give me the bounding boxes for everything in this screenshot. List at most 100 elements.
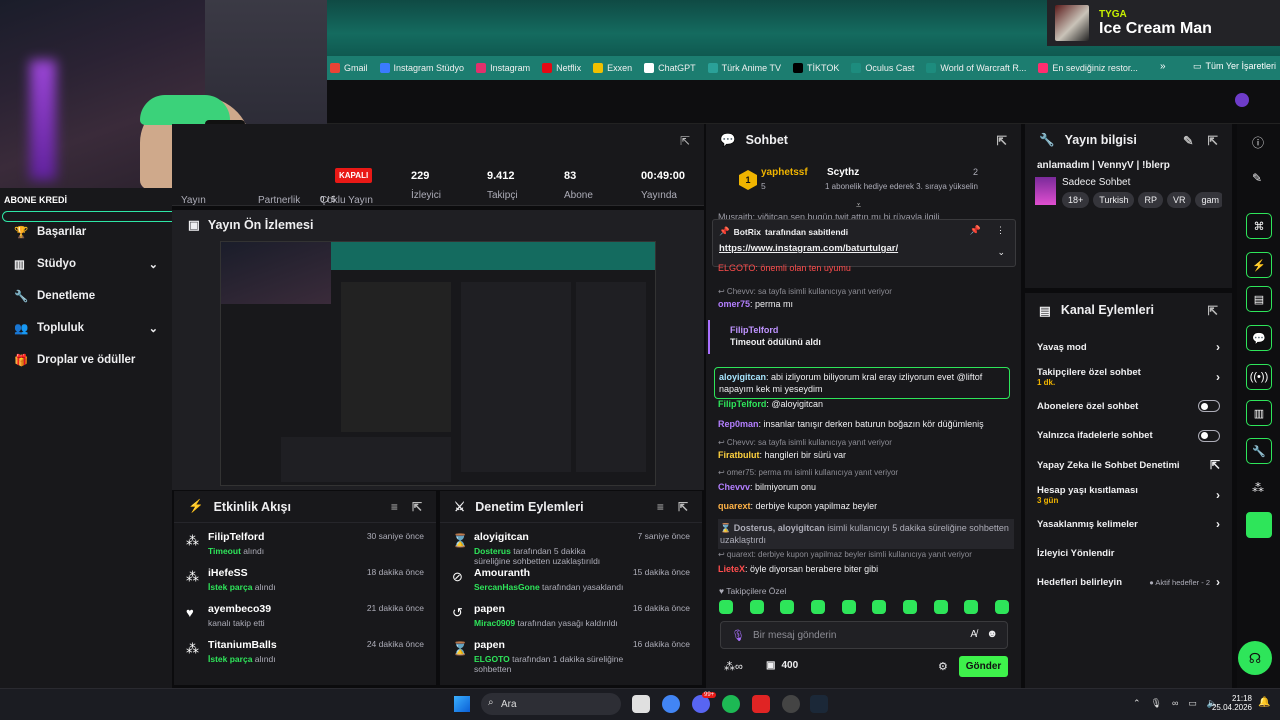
filter-icon[interactable]: ≡ [657,500,664,514]
bookmark-item[interactable]: Gmail [330,63,368,73]
send-button[interactable]: Gönder [959,656,1008,677]
popout-icon[interactable]: ⇱ [1208,133,1218,148]
emote-icon[interactable] [872,600,887,614]
gear-icon[interactable]: ⚙ [938,660,948,673]
emote-icon[interactable] [780,600,795,614]
chevron-down-icon[interactable]: ⌄ [997,247,1005,258]
bookmark-item[interactable]: Exxen [593,63,632,73]
support-headset-icon[interactable]: ☊ [1238,641,1272,675]
unpin-icon[interactable]: 📌 [970,225,981,236]
chat-message[interactable]: FilipTelford Timeout ödülünü aldı [708,320,1004,354]
event-detail-highlight[interactable]: Dosterus [474,546,511,556]
bookmark-item[interactable]: En sevdiğiniz restor... [1038,63,1138,73]
collapse-icon[interactable]: ⩡ [856,200,861,211]
chat-username[interactable]: quarext [718,501,751,511]
top-gifter-name[interactable]: yaphetssf [761,167,808,178]
emoji-icon[interactable]: ☻ [986,628,998,640]
channel-action-item[interactable]: İzleyici Yönlendir [1025,536,1232,571]
channel-action-item[interactable]: Yapay Zeka ile Sohbet Denetimi ⇱ [1025,453,1232,477]
all-bookmarks[interactable]: ▭ Tüm Yer İşaretleri [1193,61,1276,72]
second-gifter-name[interactable]: Scythz [827,167,859,178]
event-name[interactable]: papen [474,603,624,615]
chat-reply-context[interactable]: ↩ omer75: perma mı isimli kullanıcıya ya… [718,467,1014,479]
emote-icon[interactable] [964,600,979,614]
custom-action-icon[interactable] [1246,512,1272,538]
task-view-icon[interactable] [632,695,650,713]
chat-message[interactable]: aloyigitcan: abi izliyorum biliyorum kra… [714,367,1010,399]
event-detail-highlight[interactable]: İstek parça [208,654,252,664]
activity-event[interactable]: ♥ ayembeco39 kanalı takip etti 21 dakika ön… [174,595,436,631]
document-icon[interactable]: ▤ [1246,286,1272,312]
bookmark-item[interactable]: TİKTOK [793,63,839,73]
bookmark-item[interactable]: Türk Anime TV [707,63,781,73]
event-detail-highlight[interactable]: Timeout [208,546,241,556]
chevron-right-icon[interactable]: › [1216,370,1220,384]
notification-bell-icon[interactable]: 🔔 [1258,697,1270,708]
broadcast-icon[interactable]: ((•)) [1246,364,1272,390]
activity-event[interactable]: ⁂ TitaniumBalls İstek parça alındı 24 dakik… [174,631,436,667]
event-name[interactable]: aloyigitcan [474,531,624,543]
emote-icon[interactable] [902,600,917,614]
external-link-icon[interactable]: ⇱ [1210,458,1220,472]
steam-icon[interactable] [810,695,828,713]
points-balance[interactable]: ▣ 400 [766,660,798,671]
pencil-icon[interactable]: ✎ [1252,171,1262,185]
obs-icon[interactable] [782,695,800,713]
chat-message[interactable]: FilipTelford: @aloyigitcan [718,398,1014,410]
channel-action-item[interactable]: Yasaklanmış kelimeler › [1025,512,1232,536]
clock[interactable]: 21:18 25.04.2026 [1206,694,1252,712]
channel-action-item[interactable]: Yalnızca ifadelerle sohbet [1025,418,1232,453]
stream-preview-image[interactable] [220,241,656,486]
windows-start-icon[interactable] [454,696,470,712]
chat-username[interactable]: aloyigitcan [719,372,766,382]
event-name[interactable]: iHefeSS [208,567,358,579]
chat-reply-context[interactable]: ↩ quarext: derbiye kupon yapilmaz beyler… [718,549,1014,561]
popout-icon[interactable]: ⇱ [678,500,688,514]
event-detail-highlight[interactable]: Mirac0909 [474,618,515,628]
lightning-icon[interactable]: ⚡ [1246,252,1272,278]
event-name[interactable]: TitaniumBalls [208,639,358,651]
emote-icon[interactable] [719,600,733,614]
stream-tag[interactable]: 18+ [1062,192,1090,208]
clip-icon[interactable]: ⌘ [1246,213,1272,239]
emote-icon[interactable] [810,600,825,614]
wrench-icon[interactable]: 🔧 [1246,438,1272,464]
channel-action-item[interactable]: Abonelere özel sohbet [1025,394,1232,418]
channel-action-item[interactable]: Yavaş mod › [1025,335,1232,359]
chevron-right-icon[interactable]: › [1216,340,1220,354]
popout-icon[interactable]: ⇱ [1208,303,1218,318]
bookmark-item[interactable]: World of Warcraft R... [926,63,1026,73]
stream-tag[interactable]: gam [1195,192,1222,208]
chat-username[interactable]: FilipTelford [730,324,1004,336]
chat-message[interactable]: quarext: derbiye kupon yapilmaz beyler [718,500,1014,512]
emote-icon[interactable] [749,600,764,614]
chevron-right-icon[interactable]: › [1216,517,1220,531]
popout-icon[interactable]: ⇱ [412,500,422,514]
toggle-switch[interactable] [1198,429,1220,442]
event-name[interactable]: Amouranth [474,567,624,579]
pinned-link[interactable]: https://www.instagram.com/baturtulgar/ [719,243,898,254]
chevron-right-icon[interactable]: › [1216,488,1220,502]
category-name[interactable]: Sadece Sohbet [1062,177,1222,188]
chat-username[interactable]: Dosterus, aloyigitcan [734,523,825,533]
nav-item[interactable]: 🎁 Droplar ve ödüller [0,344,172,376]
filter-icon[interactable]: ≡ [391,500,398,514]
stream-tag[interactable]: VR [1166,192,1192,208]
event-name[interactable]: FilipTelford [208,531,358,543]
chat-bubble-icon[interactable]: 💬 [1246,325,1272,351]
chrome-icon[interactable] [662,695,680,713]
chevron-right-icon[interactable]: › [1216,575,1220,589]
channel-action-item[interactable]: Hesap yaşı kısıtlaması 3 gün › [1025,477,1232,512]
mod-event[interactable]: ↺ papen Mirac0909 tarafından yasağı kaldır… [440,595,702,631]
emote-icon[interactable] [841,600,856,614]
nav-item[interactable]: 🔧 Denetleme [0,280,172,312]
printer-icon[interactable]: ▥ [1246,400,1272,426]
activity-event[interactable]: ⁂ iHefeSS İstek parça alındı 18 dakika önce [174,559,436,595]
edit-icon[interactable]: ✎ [1183,133,1193,148]
bookmark-item[interactable]: Netflix [542,63,581,73]
chat-username[interactable]: LieteX [718,564,745,574]
more-options-icon[interactable]: ⋮ [996,225,1005,236]
emote-icon[interactable] [933,600,948,614]
avatar[interactable] [1235,93,1249,107]
chat-message[interactable]: Rep0man: insanlar tanışır derken baturun… [718,418,1014,430]
